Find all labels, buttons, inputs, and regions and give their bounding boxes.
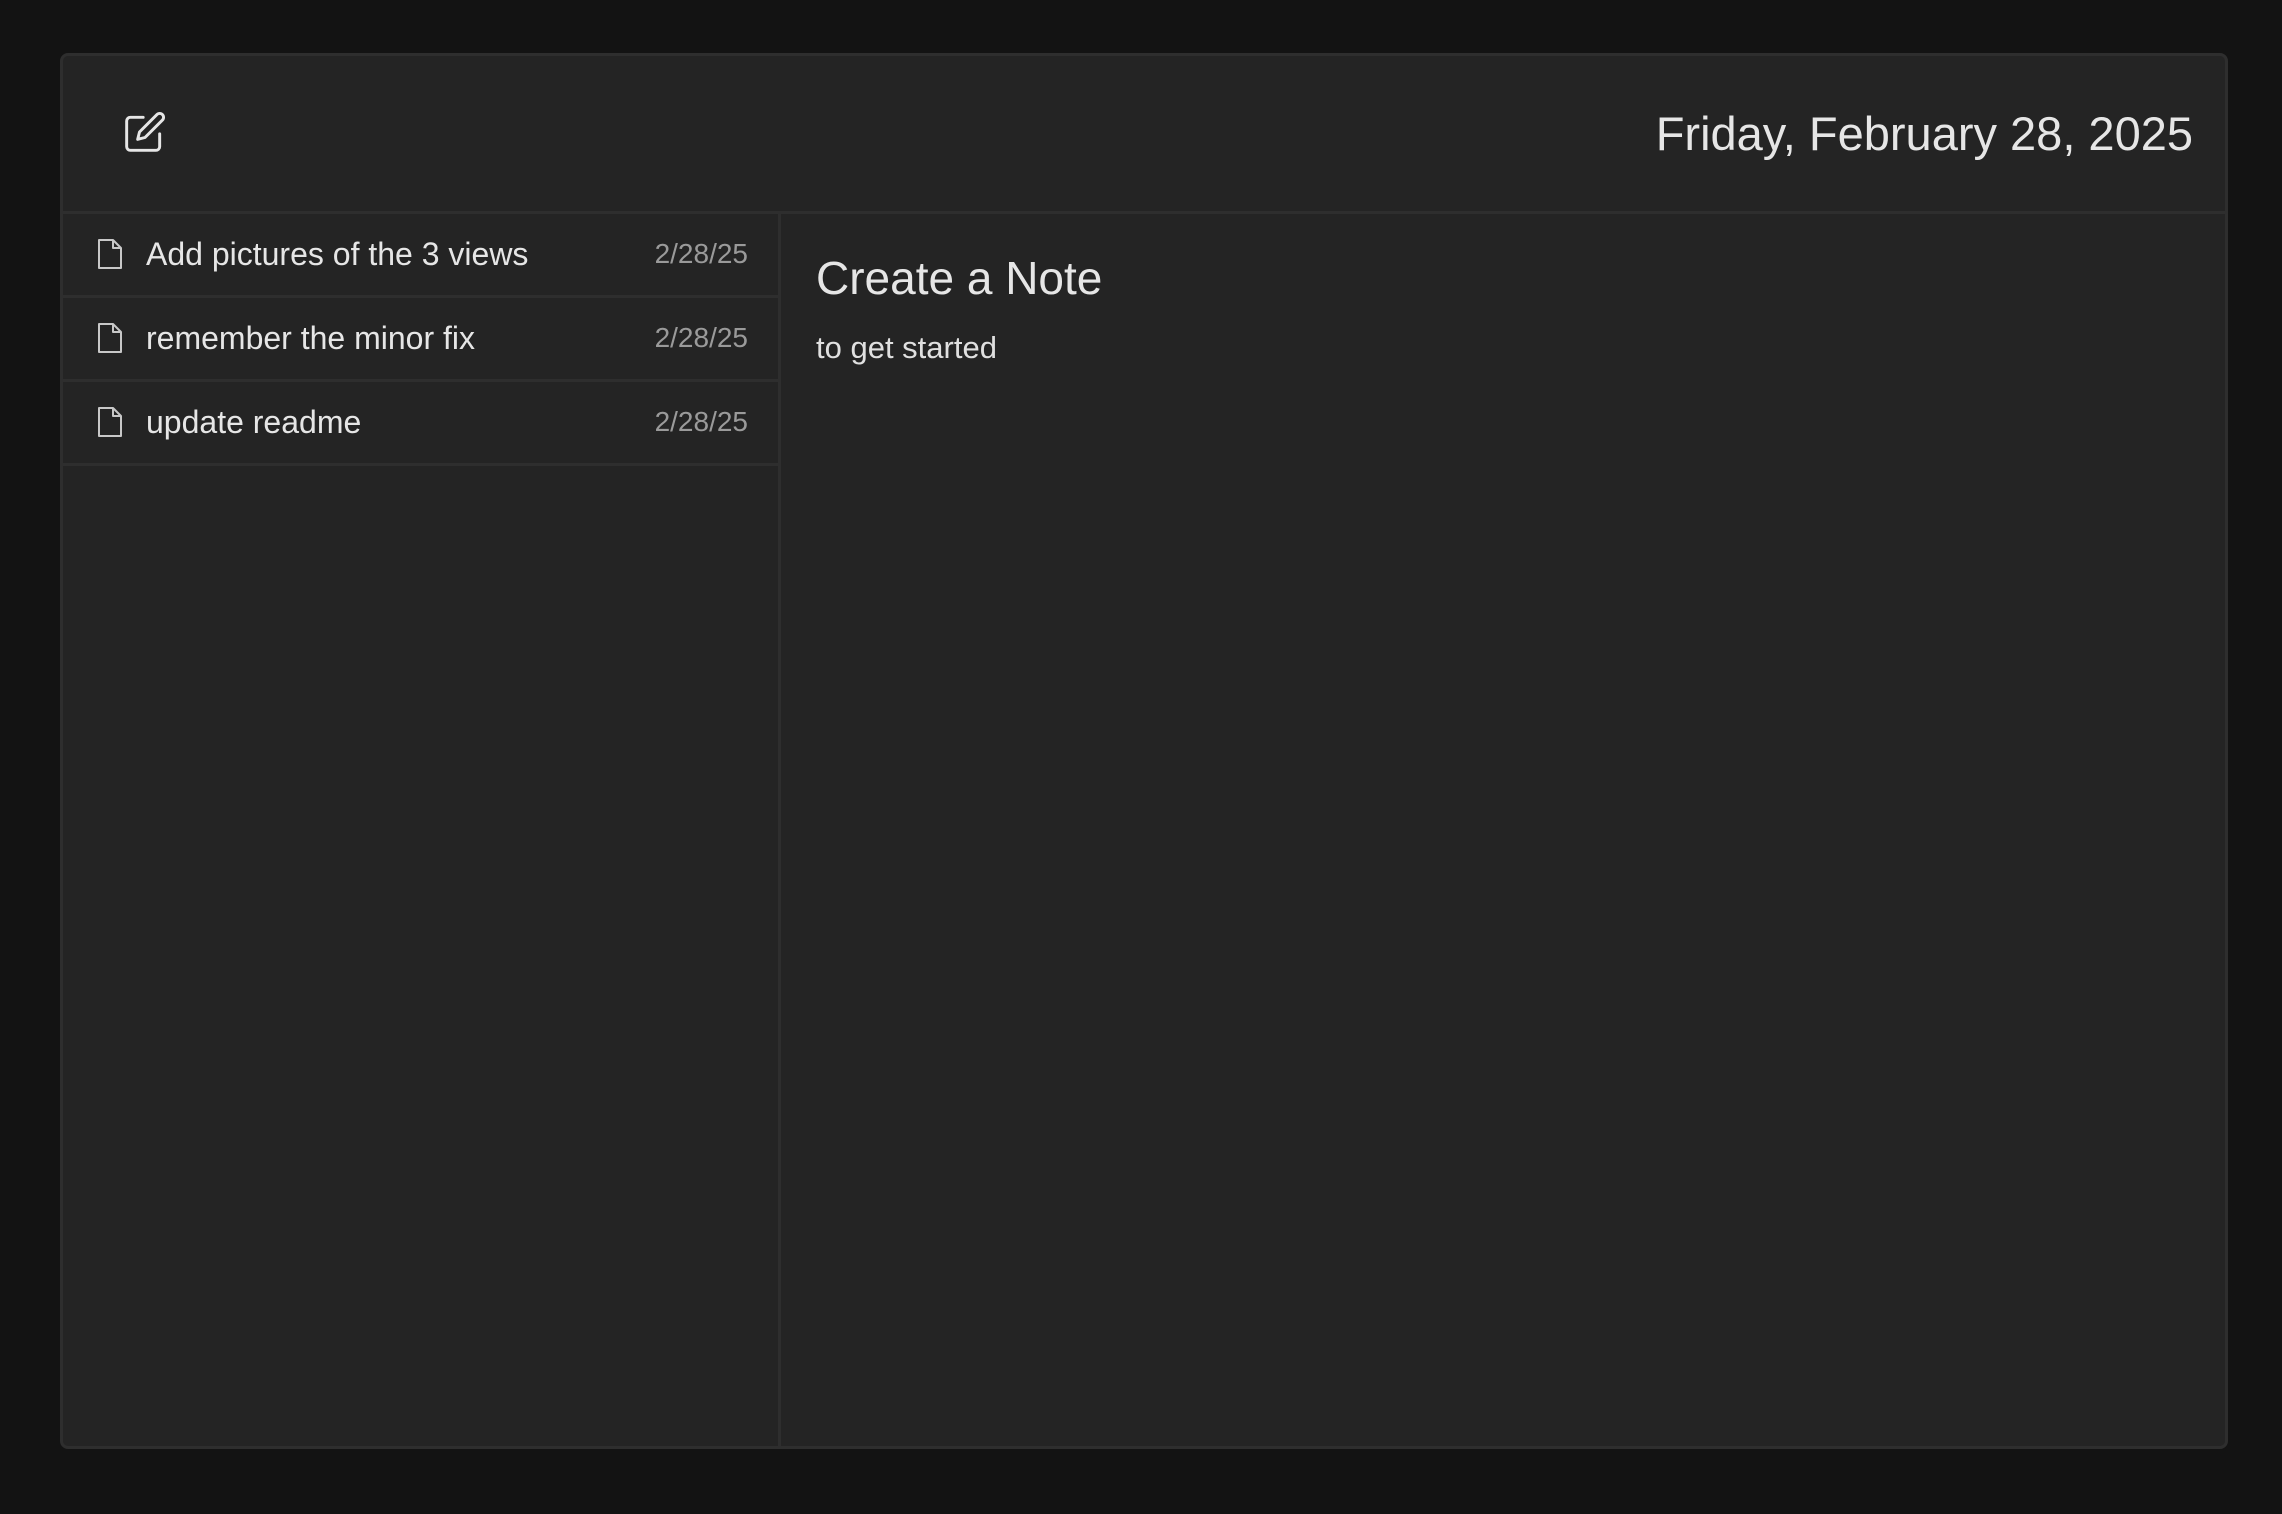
note-list-item[interactable]: remember the minor fix 2/28/25 <box>63 298 778 382</box>
note-editor-area: Create a Note to get started <box>781 214 2225 1446</box>
document-icon <box>98 239 122 269</box>
notes-list: Add pictures of the 3 views 2/28/25 reme… <box>63 214 781 1446</box>
note-list-item[interactable]: update readme 2/28/25 <box>63 382 778 466</box>
note-title: remember the minor fix <box>146 320 475 356</box>
note-date: 2/28/25 <box>654 238 748 269</box>
empty-state-subtitle: to get started <box>816 330 997 365</box>
note-date: 2/28/25 <box>654 322 748 353</box>
new-note-button[interactable] <box>119 106 171 158</box>
header-bar: Friday, February 28, 2025 <box>63 56 2225 214</box>
document-icon <box>98 323 122 353</box>
pencil-square-icon <box>125 112 165 152</box>
note-title: Add pictures of the 3 views <box>146 236 529 272</box>
current-date: Friday, February 28, 2025 <box>1655 107 2193 160</box>
document-icon <box>98 407 122 437</box>
note-list-item[interactable]: Add pictures of the 3 views 2/28/25 <box>63 214 778 298</box>
note-title: update readme <box>146 404 362 440</box>
note-date: 2/28/25 <box>654 406 748 437</box>
empty-state-title: Create a Note <box>816 252 1103 304</box>
notes-app-window: Friday, February 28, 2025 Add pictures o… <box>60 53 2228 1449</box>
